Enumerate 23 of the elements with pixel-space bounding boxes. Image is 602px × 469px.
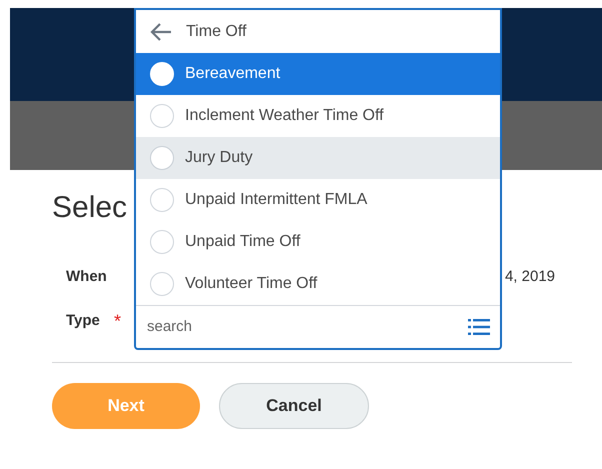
radio-button[interactable] xyxy=(150,188,174,212)
field-label: Type xyxy=(66,310,101,331)
cancel-button[interactable]: Cancel xyxy=(219,383,369,429)
option-label: Unpaid Intermittent FMLA xyxy=(185,190,368,210)
option-label: Volunteer Time Off xyxy=(185,274,318,294)
field-value: 4, 2019 xyxy=(504,266,555,287)
radio-button[interactable] xyxy=(150,104,174,128)
option-label: Unpaid Time Off xyxy=(185,232,300,252)
option-label: Bereavement xyxy=(185,64,280,84)
required-mark: * xyxy=(114,310,122,332)
option-item[interactable]: Jury Duty xyxy=(136,137,500,179)
dropdown-title: Time Off xyxy=(186,22,246,42)
search-field[interactable]: search xyxy=(147,316,468,338)
option-label: Jury Duty xyxy=(185,148,253,168)
option-item[interactable]: Bereavement xyxy=(136,53,500,95)
option-label: Inclement Weather Time Off xyxy=(185,106,384,126)
list-icon[interactable] xyxy=(468,318,490,336)
radio-button[interactable] xyxy=(150,230,174,254)
radio-button[interactable] xyxy=(150,272,174,296)
back-arrow-icon[interactable] xyxy=(150,22,172,42)
page-title: Selec xyxy=(52,190,128,226)
radio-button[interactable] xyxy=(150,146,174,170)
field-label: When xyxy=(66,266,108,287)
